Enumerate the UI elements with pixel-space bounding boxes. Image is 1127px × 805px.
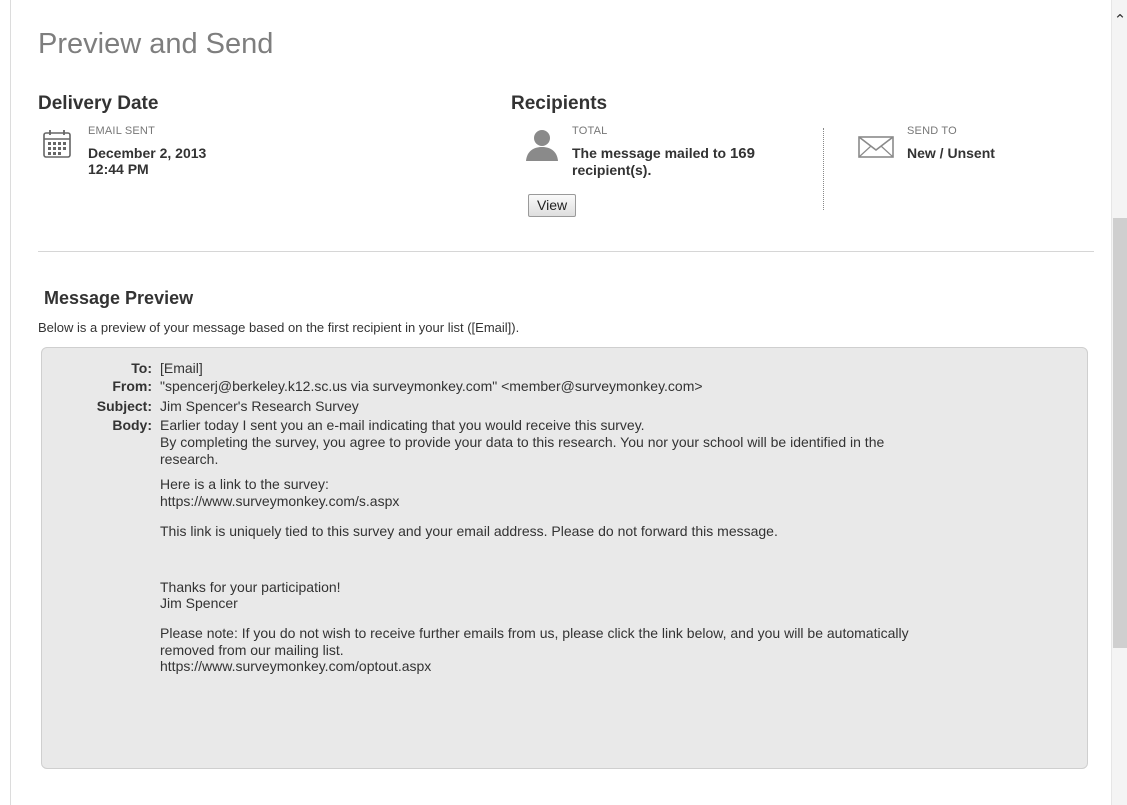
body-label: Body: xyxy=(112,417,152,433)
view-recipients-button[interactable]: View xyxy=(528,194,577,217)
body-line: Please note: If you do not wish to recei… xyxy=(160,625,909,641)
recipients-heading: Recipients xyxy=(511,93,608,114)
signature: Jim Spencer xyxy=(160,595,238,611)
recipients-suffix: recipient(s). xyxy=(572,162,652,178)
sent-time: 12:44 PM xyxy=(88,161,149,177)
subject-value: Jim Spencer's Research Survey xyxy=(160,398,359,414)
optout-link: https://www.surveymonkey.com/optout.aspx xyxy=(160,658,432,674)
recipients-message: The message mailed to 169 xyxy=(572,145,807,162)
body-line: research. xyxy=(160,451,219,467)
subject-label: Subject: xyxy=(96,398,152,414)
from-label: From: xyxy=(112,378,152,394)
message-prefix: The message mailed to xyxy=(572,145,727,161)
message-preview-box: To: [Email] From: "spencerj@berkeley.k12… xyxy=(41,347,1088,769)
recipient-count: 169 xyxy=(729,145,755,162)
calendar-icon xyxy=(43,130,71,158)
left-border xyxy=(10,0,11,805)
page-title: Preview and Send xyxy=(38,28,274,60)
sent-date: December 2, 2013 xyxy=(88,145,207,161)
body-line: This link is uniquely tied to this surve… xyxy=(160,523,778,539)
recipients-divider xyxy=(823,128,824,210)
delivery-date-heading: Delivery Date xyxy=(38,93,159,114)
body-line: By completing the survey, you agree to p… xyxy=(160,434,885,450)
scrollbar-thumb[interactable] xyxy=(1113,218,1127,648)
email-sent-caption: EMAIL SENT xyxy=(88,125,155,137)
message-preview-heading: Message Preview xyxy=(44,288,194,308)
to-label: To: xyxy=(131,360,152,376)
survey-link: https://www.surveymonkey.com/s.aspx xyxy=(160,493,400,509)
from-value: "spencerj@berkeley.k12.sc.us via surveym… xyxy=(160,378,703,394)
chevron-up-icon[interactable]: ⌃ xyxy=(1112,13,1127,28)
section-divider xyxy=(38,251,1094,252)
preview-description: Below is a preview of your message based… xyxy=(38,320,520,335)
body-line: removed from our mailing list. xyxy=(160,642,344,658)
body-line: Thanks for your participation! xyxy=(160,579,341,595)
body-line: Here is a link to the survey: xyxy=(160,476,329,492)
send-to-caption: SEND TO xyxy=(907,125,957,137)
send-to-value: New / Unsent xyxy=(907,145,995,161)
total-caption: TOTAL xyxy=(572,125,608,137)
body-line: Earlier today I sent you an e-mail indic… xyxy=(160,417,645,433)
to-value: [Email] xyxy=(160,360,203,376)
person-icon xyxy=(526,130,558,161)
envelope-icon xyxy=(858,136,894,158)
